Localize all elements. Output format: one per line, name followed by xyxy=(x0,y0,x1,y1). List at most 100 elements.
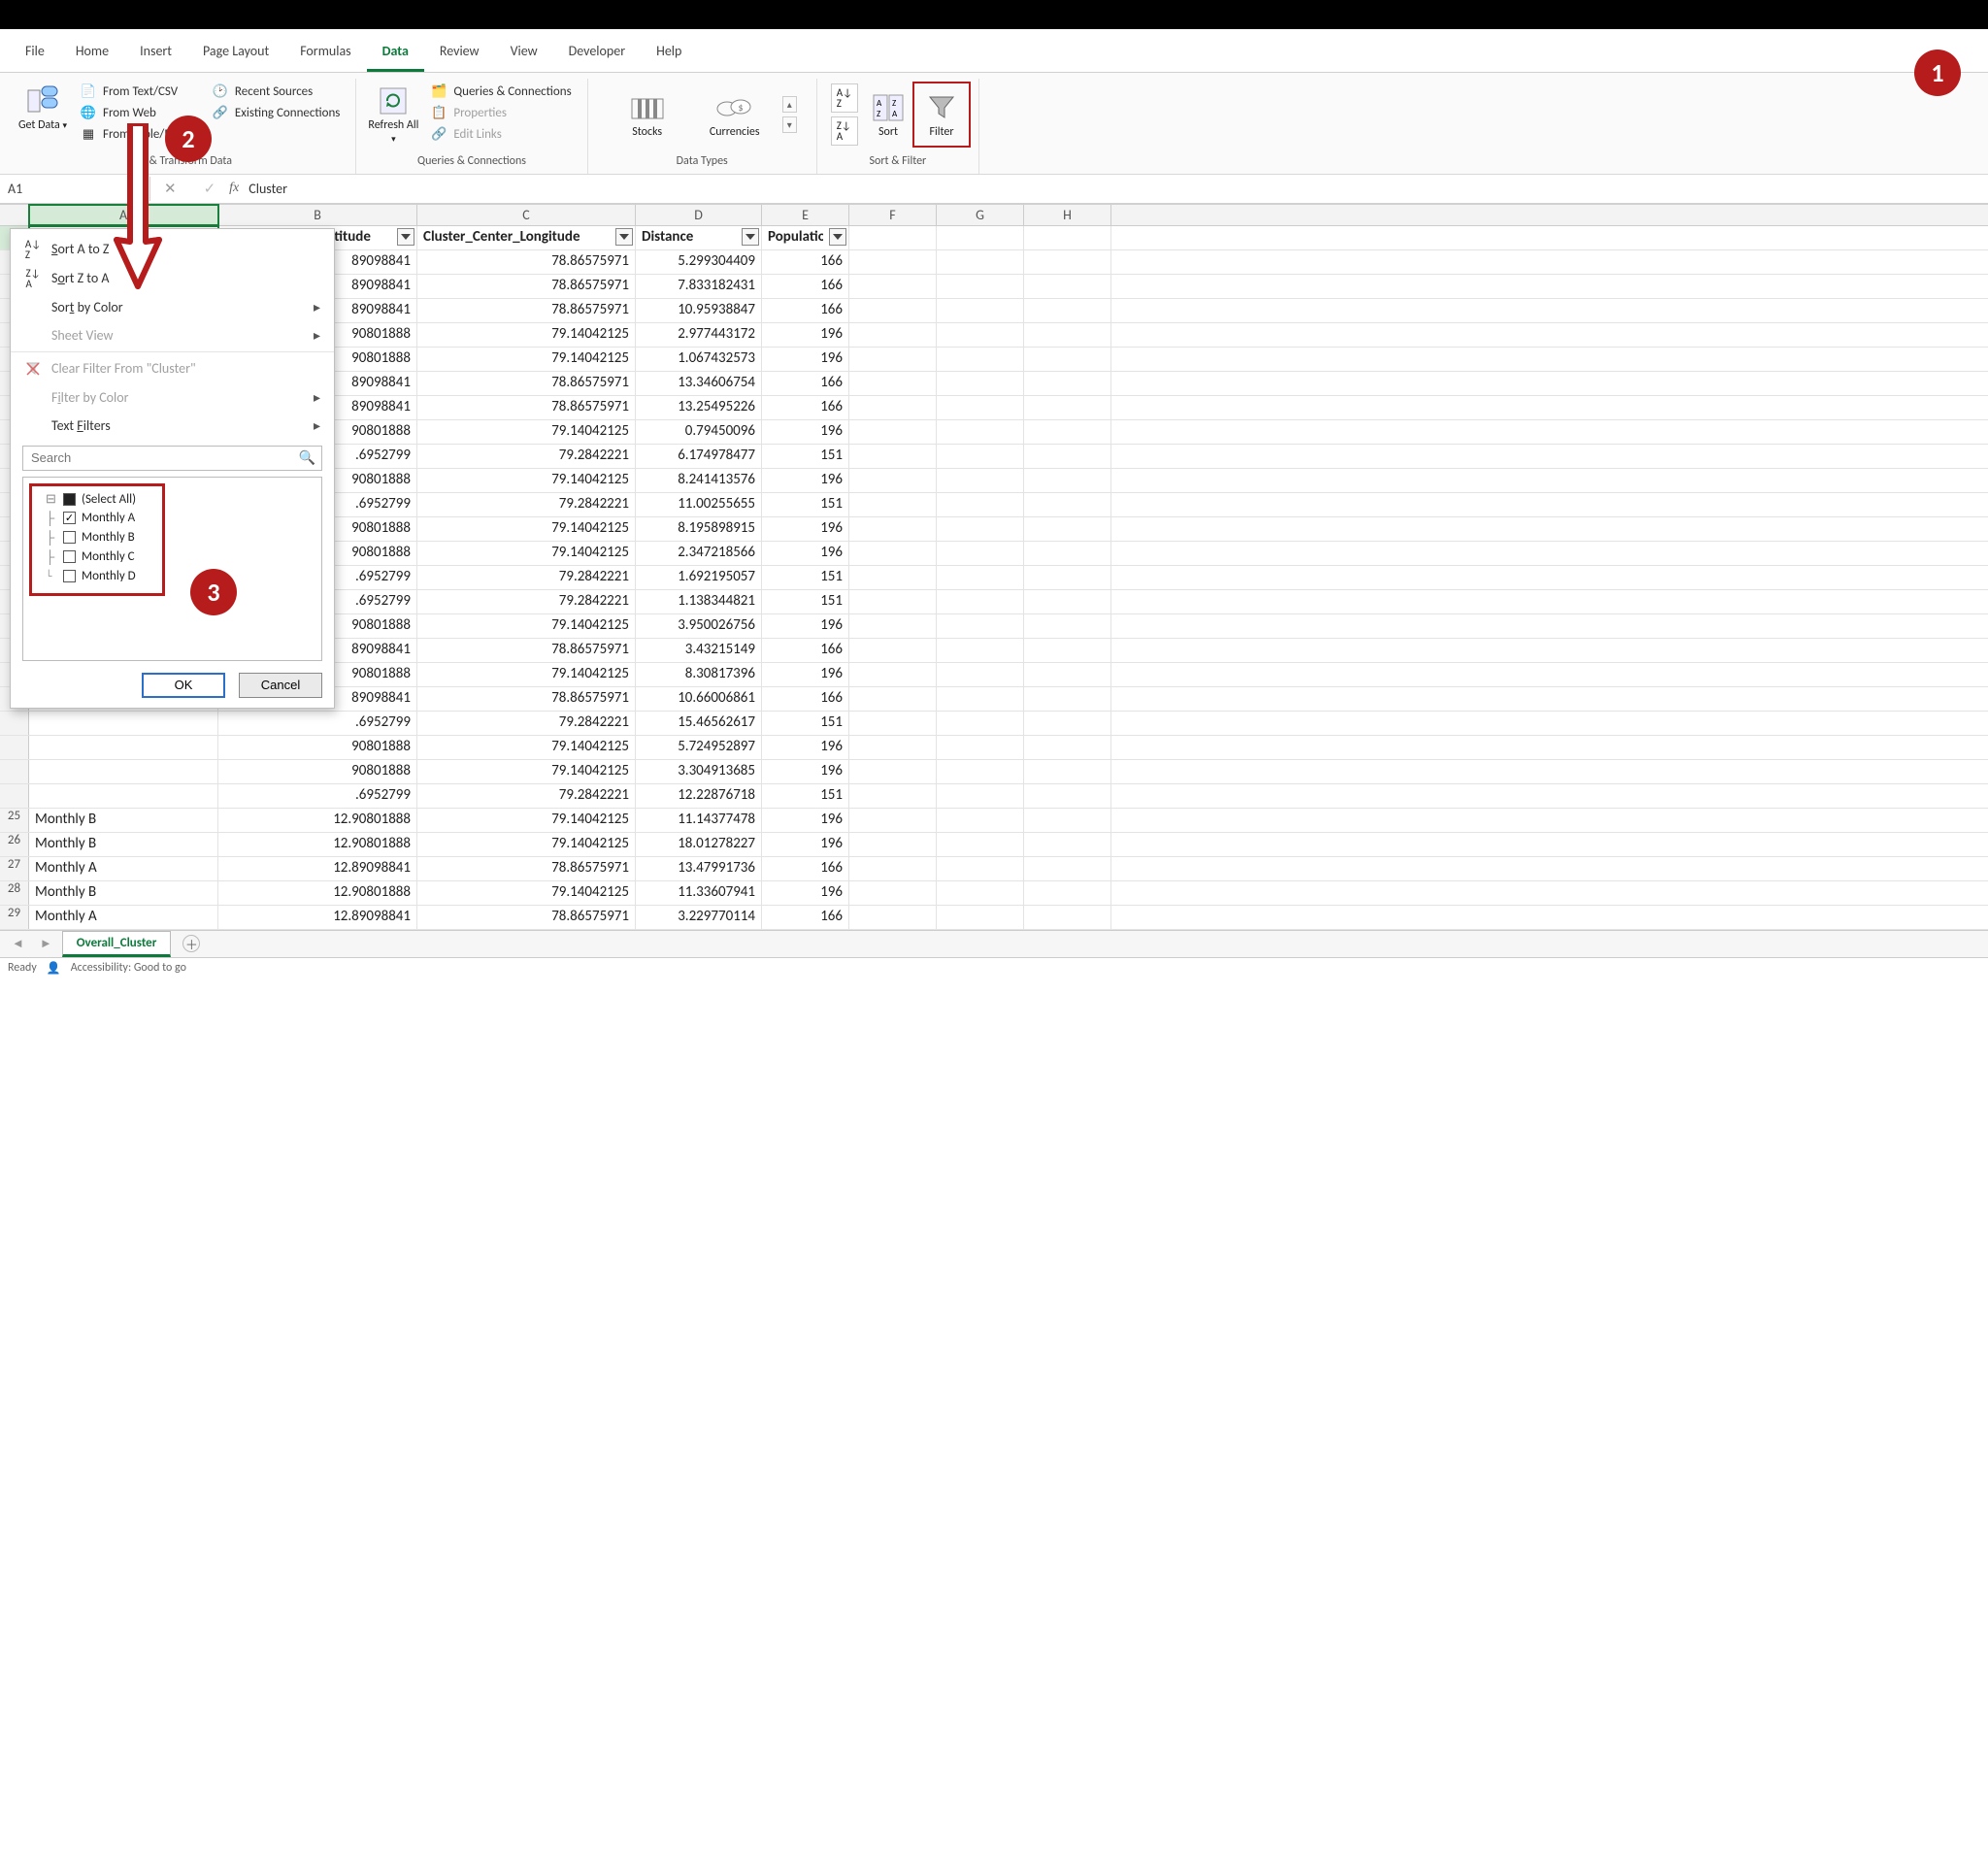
cell-E1[interactable]: Population xyxy=(762,226,849,249)
row-header[interactable] xyxy=(0,736,29,759)
cell[interactable] xyxy=(849,469,937,492)
cell[interactable] xyxy=(1024,809,1111,832)
get-data-button[interactable]: Get Data ▾ xyxy=(14,79,72,137)
cell[interactable]: 8.195898915 xyxy=(636,517,762,541)
cell[interactable]: 1.067432573 xyxy=(636,348,762,371)
cell[interactable]: 79.14042125 xyxy=(417,542,636,565)
cell[interactable]: 78.86575971 xyxy=(417,857,636,880)
cell[interactable] xyxy=(1024,833,1111,856)
cell[interactable] xyxy=(937,420,1024,444)
cell[interactable] xyxy=(937,396,1024,419)
cell[interactable] xyxy=(937,881,1024,905)
cell[interactable] xyxy=(1024,299,1111,322)
cell[interactable] xyxy=(1024,760,1111,783)
cell[interactable]: 5.299304409 xyxy=(636,250,762,274)
cell[interactable]: 1.138344821 xyxy=(636,590,762,613)
cell[interactable] xyxy=(849,833,937,856)
cell[interactable] xyxy=(1024,420,1111,444)
cell-F1[interactable] xyxy=(849,226,937,249)
cell[interactable] xyxy=(849,906,937,929)
cell[interactable] xyxy=(937,906,1024,929)
sheet-nav-prev[interactable]: ◄ xyxy=(6,936,30,951)
cell[interactable] xyxy=(29,760,218,783)
cell[interactable] xyxy=(1024,906,1111,929)
cell[interactable]: 79.2842221 xyxy=(417,784,636,808)
cell[interactable]: 196 xyxy=(762,348,849,371)
tab-help[interactable]: Help xyxy=(641,35,697,72)
cell[interactable] xyxy=(937,809,1024,832)
tab-data[interactable]: Data xyxy=(367,35,424,72)
cell[interactable] xyxy=(849,784,937,808)
cell[interactable]: 0.79450096 xyxy=(636,420,762,444)
cell[interactable] xyxy=(849,517,937,541)
cell[interactable] xyxy=(937,784,1024,808)
cell[interactable]: 78.86575971 xyxy=(417,906,636,929)
filter-item-select-all[interactable]: ⊟(Select All) xyxy=(36,490,158,509)
cell[interactable] xyxy=(937,348,1024,371)
cell[interactable]: 166 xyxy=(762,906,849,929)
filter-search-input[interactable] xyxy=(29,449,299,466)
cell[interactable]: 79.2842221 xyxy=(417,712,636,735)
cell[interactable]: 166 xyxy=(762,639,849,662)
cell[interactable]: 196 xyxy=(762,881,849,905)
cell[interactable]: 196 xyxy=(762,542,849,565)
cell[interactable] xyxy=(937,372,1024,395)
cell[interactable] xyxy=(1024,348,1111,371)
cell[interactable]: 79.14042125 xyxy=(417,614,636,638)
cell[interactable]: 166 xyxy=(762,299,849,322)
cell[interactable] xyxy=(849,687,937,711)
cell[interactable]: 196 xyxy=(762,323,849,347)
add-sheet-button[interactable]: ＋ xyxy=(182,935,200,952)
cell[interactable] xyxy=(937,857,1024,880)
cell[interactable] xyxy=(849,275,937,298)
cell[interactable] xyxy=(849,323,937,347)
cell[interactable]: 79.2842221 xyxy=(417,590,636,613)
cell[interactable] xyxy=(1024,614,1111,638)
filter-item[interactable]: ├Monthly B xyxy=(36,528,158,547)
cell[interactable]: 79.2842221 xyxy=(417,493,636,516)
cell[interactable]: 79.14042125 xyxy=(417,881,636,905)
tab-file[interactable]: File xyxy=(10,35,60,72)
cell[interactable]: Monthly B xyxy=(29,809,218,832)
filter-dropdown-E[interactable] xyxy=(829,228,846,246)
tab-review[interactable]: Review xyxy=(424,35,495,72)
cell[interactable]: 78.86575971 xyxy=(417,639,636,662)
filter-item[interactable]: ├Monthly C xyxy=(36,547,158,567)
cell[interactable]: 78.86575971 xyxy=(417,299,636,322)
currencies-button[interactable]: $ Currencies xyxy=(691,85,779,144)
cell[interactable]: 7.833182431 xyxy=(636,275,762,298)
cell[interactable] xyxy=(849,736,937,759)
cell[interactable]: 151 xyxy=(762,493,849,516)
cell[interactable] xyxy=(849,881,937,905)
cell[interactable]: 196 xyxy=(762,614,849,638)
cell[interactable] xyxy=(29,784,218,808)
cell[interactable]: 15.46562617 xyxy=(636,712,762,735)
cell[interactable]: 8.241413576 xyxy=(636,469,762,492)
cell[interactable] xyxy=(937,760,1024,783)
stocks-button[interactable]: Stocks xyxy=(604,85,691,144)
filter-button[interactable]: Filter xyxy=(916,85,967,144)
cell[interactable]: 8.30817396 xyxy=(636,663,762,686)
cell[interactable]: 166 xyxy=(762,396,849,419)
cell[interactable]: 78.86575971 xyxy=(417,275,636,298)
cell[interactable] xyxy=(1024,517,1111,541)
cell[interactable]: 79.14042125 xyxy=(417,760,636,783)
cell[interactable] xyxy=(849,420,937,444)
data-type-nav-up[interactable]: ▴ xyxy=(782,96,797,113)
cell[interactable]: 78.86575971 xyxy=(417,687,636,711)
cell[interactable]: 79.14042125 xyxy=(417,809,636,832)
select-all-corner[interactable] xyxy=(0,205,29,225)
sort-z-to-a[interactable]: Z↓A Sort Z to A xyxy=(11,264,334,293)
cell[interactable]: 5.724952897 xyxy=(636,736,762,759)
cell[interactable]: 6.174978477 xyxy=(636,445,762,468)
recent-sources-button[interactable]: 🕑Recent Sources xyxy=(212,83,340,100)
cell[interactable] xyxy=(937,542,1024,565)
cell[interactable]: Monthly B xyxy=(29,881,218,905)
filter-cancel-button[interactable]: Cancel xyxy=(239,673,322,698)
tab-developer[interactable]: Developer xyxy=(553,35,641,72)
cell[interactable]: Monthly A xyxy=(29,906,218,929)
cell[interactable] xyxy=(937,493,1024,516)
filter-item[interactable]: └Monthly D xyxy=(36,567,158,585)
cell[interactable]: 13.34606754 xyxy=(636,372,762,395)
col-header-B[interactable]: B xyxy=(218,205,417,225)
